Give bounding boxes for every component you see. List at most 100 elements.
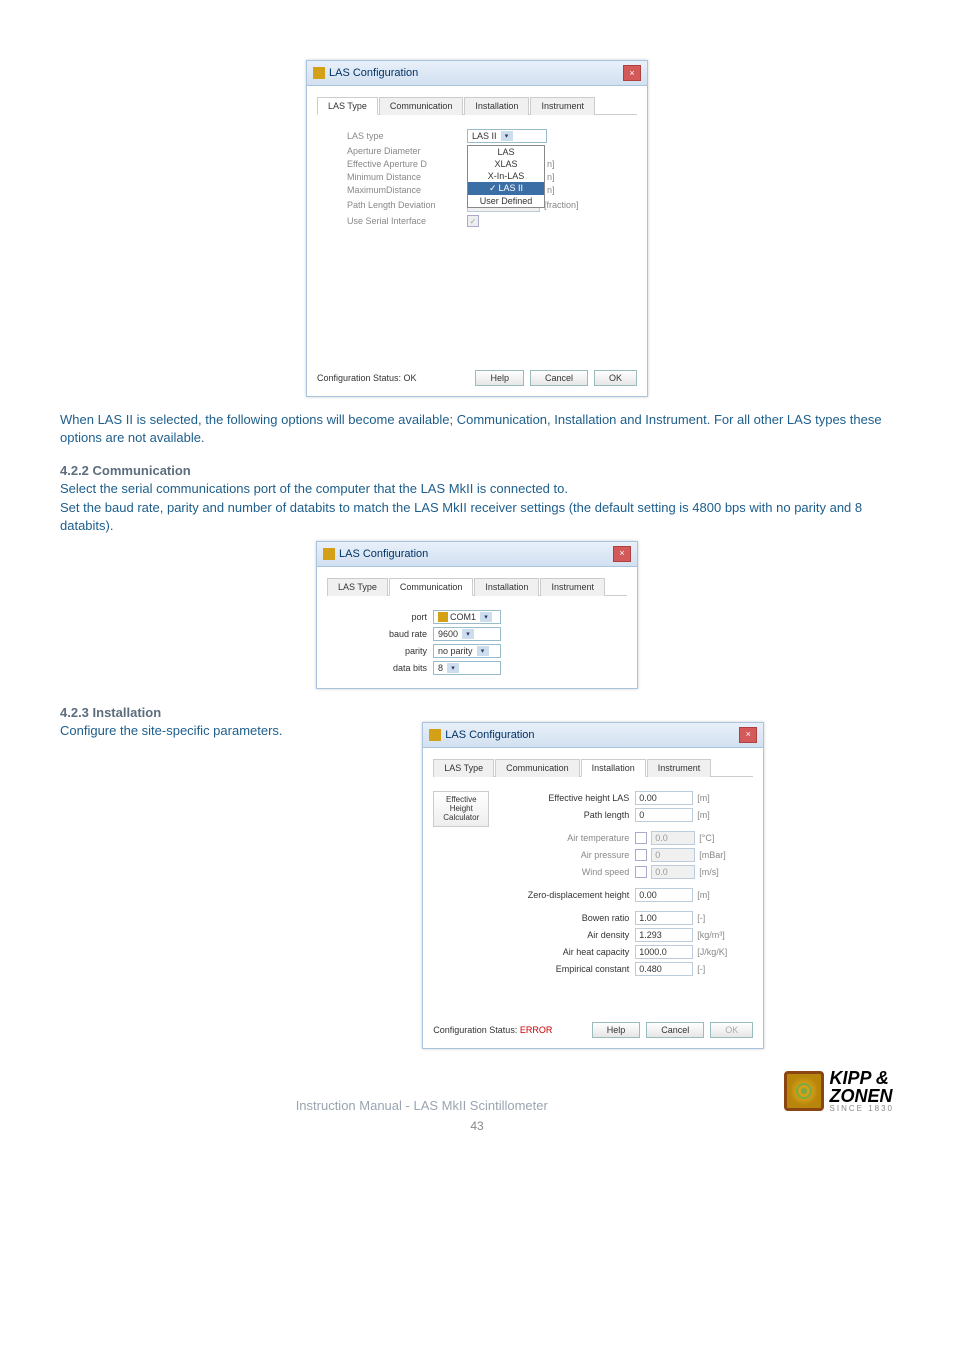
label-lastype: LAS type [347, 131, 467, 141]
tab-instrument[interactable]: Instrument [530, 97, 595, 115]
close-icon[interactable]: × [623, 65, 641, 81]
option-userdefined[interactable]: User Defined [468, 195, 544, 207]
checkbox-useserial[interactable]: ✓ [467, 215, 479, 227]
field-effheight[interactable]: 0.00 [635, 791, 693, 805]
tab-installation[interactable]: Installation [464, 97, 529, 115]
field-airdensity[interactable]: 1.293 [635, 928, 693, 942]
brand-logo: KIPP & ZONEN SINCE 1830 [784, 1069, 894, 1113]
dropdown-baud[interactable]: 9600 ▾ [433, 627, 501, 641]
label-aperture: Aperture Diameter [347, 146, 467, 156]
field-bowen[interactable]: 1.00 [635, 911, 693, 925]
option-xlas[interactable]: XLAS [468, 158, 544, 170]
help-button[interactable]: Help [475, 370, 524, 386]
tab-communication[interactable]: Communication [379, 97, 464, 115]
field-airtemp: 0.0 [651, 831, 695, 845]
status-text: Configuration Status: ERROR [433, 1025, 552, 1035]
label-bowen: Bowen ratio [489, 913, 635, 923]
tab-communication[interactable]: Communication [495, 759, 580, 777]
baud-value: 9600 [438, 629, 458, 639]
label-airheat: Air heat capacity [489, 947, 635, 957]
label-zerodisp: Zero-displacement height [489, 890, 635, 900]
logo-text-3: SINCE 1830 [830, 1105, 894, 1113]
dropdown-lastype-list: LAS XLAS X-In-LAS ✓LAS II User Defined [467, 145, 545, 208]
page-number: 43 [60, 1119, 894, 1133]
app-icon [429, 729, 441, 741]
option-xinlas[interactable]: X-In-LAS [468, 170, 544, 182]
tab-bar: LAS Type Communication Installation Inst… [433, 758, 753, 777]
field-zerodisp[interactable]: 0.00 [635, 888, 693, 902]
checkbox-airpress[interactable] [635, 849, 647, 861]
chevron-down-icon: ▾ [447, 663, 459, 673]
dialog-title: LAS Configuration [339, 548, 428, 560]
heading-communication: 4.2.2 Communication [60, 463, 894, 478]
dropdown-lastype-value: LAS II [472, 131, 497, 141]
dropdown-parity[interactable]: no parity ▾ [433, 644, 501, 658]
las-config-dialog-inst: LAS Configuration × LAS Type Communicati… [422, 722, 764, 1049]
paragraph-comm-1: Select the serial communications port of… [60, 480, 894, 498]
status-text: Configuration Status: OK [317, 373, 417, 383]
cancel-button[interactable]: Cancel [530, 370, 588, 386]
tab-bar: LAS Type Communication Installation Inst… [317, 96, 637, 115]
tab-instrument[interactable]: Instrument [647, 759, 712, 777]
las-config-dialog-lastype: LAS Configuration × LAS Type Communicati… [306, 60, 648, 397]
logo-emblem-icon [784, 1071, 824, 1111]
databits-value: 8 [438, 663, 443, 673]
field-empirical[interactable]: 0.480 [635, 962, 693, 976]
cancel-button[interactable]: Cancel [646, 1022, 704, 1038]
unit-pathdev: [fraction] [544, 200, 579, 210]
dropdown-port[interactable]: COM1 ▾ [433, 610, 501, 624]
field-airpress: 0 [651, 848, 695, 862]
tab-installation[interactable]: Installation [581, 759, 646, 777]
checkbox-airtemp[interactable] [635, 832, 647, 844]
chevron-down-icon: ▾ [480, 612, 492, 622]
label-baud: baud rate [367, 629, 433, 639]
tab-instrument[interactable]: Instrument [540, 578, 605, 596]
label-airpress: Air pressure [489, 850, 635, 860]
ok-button[interactable]: OK [594, 370, 637, 386]
las-config-dialog-comm: LAS Configuration × LAS Type Communicati… [316, 541, 638, 689]
option-las[interactable]: LAS [468, 146, 544, 158]
tab-installation[interactable]: Installation [474, 578, 539, 596]
parity-value: no parity [438, 646, 473, 656]
label-maxdist: MaximumDistance [347, 185, 467, 195]
dialog-title: LAS Configuration [329, 67, 418, 79]
label-useserial: Use Serial Interface [347, 216, 467, 226]
label-parity: parity [367, 646, 433, 656]
field-airheat[interactable]: 1000.0 [635, 945, 693, 959]
ok-button[interactable]: OK [710, 1022, 753, 1038]
heading-installation: 4.2.3 Installation [60, 705, 894, 720]
option-lasii[interactable]: ✓LAS II [468, 182, 544, 195]
checkbox-windspeed[interactable] [635, 866, 647, 878]
paragraph-inst-1: Configure the site-specific parameters. [60, 722, 283, 740]
close-icon[interactable]: × [613, 546, 631, 562]
label-port: port [367, 612, 433, 622]
tab-lastype[interactable]: LAS Type [327, 578, 388, 596]
dropdown-databits[interactable]: 8▾ [433, 661, 501, 675]
help-button[interactable]: Help [592, 1022, 641, 1038]
chevron-down-icon: ▾ [501, 131, 513, 141]
tab-lastype[interactable]: LAS Type [317, 97, 378, 115]
field-pathlen[interactable]: 0 [635, 808, 693, 822]
tab-communication[interactable]: Communication [389, 578, 474, 596]
paragraph-comm-2: Set the baud rate, parity and number of … [60, 499, 894, 535]
label-mindist: Minimum Distance [347, 172, 467, 182]
label-empirical: Empirical constant [489, 964, 635, 974]
paragraph-lastype-note: When LAS II is selected, the following o… [60, 411, 894, 447]
tab-lastype[interactable]: LAS Type [433, 759, 494, 777]
dialog-title: LAS Configuration [445, 729, 534, 741]
label-pathlen: Path length [489, 810, 635, 820]
field-windspeed: 0.0 [651, 865, 695, 879]
dialog-titlebar: LAS Configuration × [423, 723, 763, 748]
chevron-down-icon: ▾ [477, 646, 489, 656]
label-pathdev: Path Length Deviation [347, 200, 467, 210]
effective-height-calc-button[interactable]: Effective Height Calculator [433, 791, 489, 827]
label-effap: Effective Aperture D [347, 159, 467, 169]
dropdown-lastype[interactable]: LAS II ▾ [467, 129, 547, 143]
label-effheight: Effective height LAS [489, 793, 635, 803]
chevron-down-icon: ▾ [462, 629, 474, 639]
close-icon[interactable]: × [739, 727, 757, 743]
dialog-titlebar: LAS Configuration × [307, 61, 647, 86]
doc-title: Instruction Manual - LAS MkII Scintillom… [296, 1098, 548, 1113]
label-databits: data bits [367, 663, 433, 673]
label-airdensity: Air density [489, 930, 635, 940]
